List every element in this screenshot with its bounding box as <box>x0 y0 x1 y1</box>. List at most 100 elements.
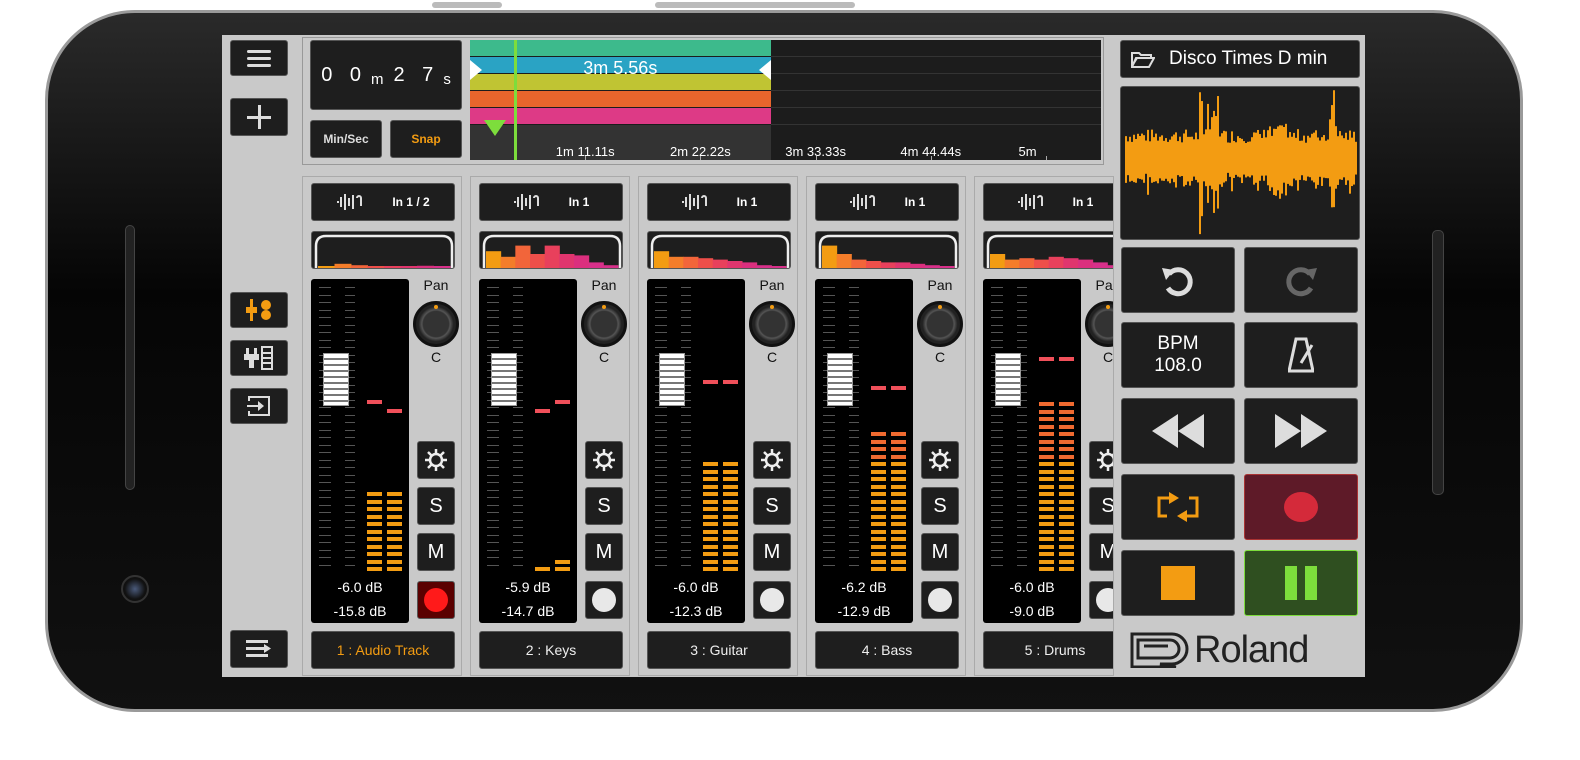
pan-knob[interactable] <box>581 301 627 347</box>
add-track-button[interactable] <box>230 98 288 136</box>
input-select-button[interactable]: In 1 <box>983 183 1113 221</box>
pause-button[interactable] <box>1244 550 1358 616</box>
solo-button[interactable]: S <box>417 487 455 525</box>
level-meter-segment <box>871 529 886 534</box>
meter-scale-tick <box>345 347 355 348</box>
mute-button[interactable]: M <box>417 533 455 571</box>
record-arm-button[interactable] <box>921 581 959 619</box>
timeline-track-area[interactable]: 1m 11.11s2m 22.22s3m 33.33s4m 44.44s5m 5… <box>470 40 1101 160</box>
gear-icon <box>1097 449 1113 471</box>
eq-button[interactable] <box>647 231 791 269</box>
meter-scale-tick <box>345 287 355 288</box>
track-name-button[interactable]: 5 : Drums <box>983 631 1113 669</box>
meter-scale-tick <box>681 557 691 558</box>
time-minutes: 0 0 <box>321 63 367 86</box>
meter-scale-tick <box>991 437 1003 438</box>
level-meter-segment <box>555 567 570 571</box>
track-name-button[interactable]: 4 : Bass <box>815 631 959 669</box>
eq-button[interactable] <box>311 231 455 269</box>
meter-scale-tick <box>345 482 355 483</box>
waveform-bar <box>1289 132 1291 186</box>
min-sec-button[interactable]: Min/Sec <box>310 120 382 158</box>
fader-meter[interactable]: -6.2 dB -12.9 dB <box>815 279 913 623</box>
track-name-button[interactable]: 3 : Guitar <box>647 631 791 669</box>
pan-knob[interactable] <box>917 301 963 347</box>
input-select-button[interactable]: In 1 <box>479 183 623 221</box>
channel-settings-button[interactable] <box>417 441 455 479</box>
mute-button[interactable]: M <box>585 533 623 571</box>
eq-spectrum-bar <box>756 265 772 268</box>
volume-fader-handle[interactable] <box>323 353 349 406</box>
playhead-handle-icon[interactable] <box>483 120 506 136</box>
solo-button[interactable]: S <box>921 487 959 525</box>
meter-scale-tick <box>849 452 859 453</box>
solo-button[interactable]: S <box>1089 487 1113 525</box>
meter-scale-tick <box>655 549 667 551</box>
track-list-button[interactable] <box>230 630 288 668</box>
fader-meter[interactable]: -5.9 dB -14.7 dB <box>479 279 577 623</box>
stop-button[interactable] <box>1121 550 1235 616</box>
pan-knob[interactable] <box>1085 301 1113 347</box>
track-name-button[interactable]: 1 : Audio Track <box>311 631 455 669</box>
input-select-button[interactable]: In 1 <box>647 183 791 221</box>
loop-button[interactable] <box>1121 474 1235 540</box>
loop-end-marker[interactable] <box>757 60 771 80</box>
bpm-button[interactable]: BPM 108.0 <box>1121 322 1235 388</box>
channel-settings-button[interactable] <box>753 441 791 479</box>
solo-button[interactable]: S <box>585 487 623 525</box>
fast-forward-button[interactable] <box>1244 398 1358 464</box>
record-arm-button[interactable] <box>1089 581 1113 619</box>
menu-button[interactable] <box>230 40 288 76</box>
export-button[interactable] <box>230 388 288 424</box>
record-button[interactable] <box>1244 474 1358 540</box>
record-arm-button[interactable] <box>585 581 623 619</box>
eq-spectrum-bar <box>400 266 418 268</box>
pan-knob[interactable] <box>749 301 795 347</box>
mixer-view-button[interactable] <box>230 292 288 328</box>
fader-meter[interactable]: -6.0 dB -12.3 dB <box>647 279 745 623</box>
meter-scale-tick <box>991 294 1003 296</box>
eq-button[interactable] <box>479 231 623 269</box>
channel-settings-button[interactable] <box>921 441 959 479</box>
meter-scale-tick <box>991 512 1003 513</box>
song-title-button[interactable]: Disco Times D min <box>1120 40 1360 78</box>
eq-button[interactable] <box>815 231 959 269</box>
loop-icon <box>1157 492 1199 522</box>
record-arm-button[interactable] <box>417 581 455 619</box>
redo-button[interactable] <box>1244 247 1358 313</box>
level-meter-segment <box>871 439 886 444</box>
rewind-button[interactable] <box>1121 398 1235 464</box>
input-select-button[interactable]: In 1 <box>815 183 959 221</box>
volume-fader-handle[interactable] <box>491 353 517 406</box>
channel-settings-button[interactable] <box>585 441 623 479</box>
eq-button[interactable] <box>983 231 1113 269</box>
io-settings-button[interactable] <box>230 340 288 376</box>
mute-button[interactable]: M <box>753 533 791 571</box>
waveform-bar <box>1159 136 1161 179</box>
level-meter-segment <box>1059 409 1074 414</box>
meter-scale-tick <box>319 549 331 551</box>
fader-meter[interactable]: -6.0 dB -15.8 dB <box>311 279 409 623</box>
mute-button[interactable]: M <box>1089 533 1113 571</box>
volume-fader-handle[interactable] <box>827 353 853 406</box>
mute-button[interactable]: M <box>921 533 959 571</box>
playhead[interactable] <box>513 40 517 160</box>
level-meter-segment <box>891 529 906 534</box>
waveform-bar <box>1295 137 1297 181</box>
waveform-bar <box>1175 132 1177 188</box>
volume-fader-handle[interactable] <box>659 353 685 406</box>
eq-spectrum-bar <box>486 251 502 268</box>
track-name-button[interactable]: 2 : Keys <box>479 631 623 669</box>
metronome-button[interactable] <box>1244 322 1358 388</box>
snap-button[interactable]: Snap <box>390 120 462 158</box>
input-select-button[interactable]: In 1 / 2 <box>311 183 455 221</box>
waveform-icon <box>681 194 707 210</box>
record-arm-button[interactable] <box>753 581 791 619</box>
undo-button[interactable] <box>1121 247 1235 313</box>
solo-button[interactable]: S <box>753 487 791 525</box>
pan-knob[interactable] <box>413 301 459 347</box>
volume-fader-handle[interactable] <box>995 353 1021 406</box>
fader-meter[interactable]: -6.0 dB -9.0 dB <box>983 279 1081 623</box>
loop-start-marker[interactable] <box>470 60 484 80</box>
channel-settings-button[interactable] <box>1089 441 1113 479</box>
